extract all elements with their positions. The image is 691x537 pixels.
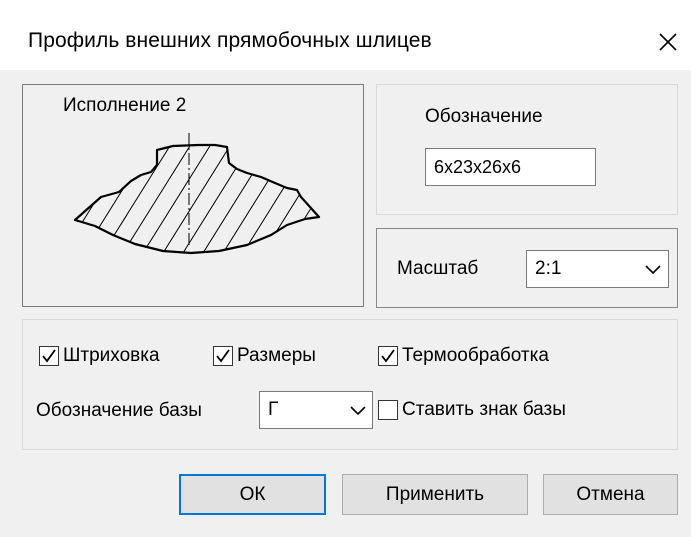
base-designation-select[interactable]: Г (259, 391, 373, 429)
base-designation-value: Г (268, 399, 279, 420)
spline-profile-drawing (73, 133, 321, 255)
dialog-title: Профиль внешних прямобочных шлицев (28, 29, 432, 52)
base-designation-label: Обозначение базы (36, 400, 202, 421)
scale-label: Масштаб (397, 258, 479, 279)
set-base-mark-label: Ставить знак базы (402, 399, 566, 420)
close-icon (659, 33, 677, 51)
profile-preview-panel: Исполнение 2 (22, 84, 364, 307)
hatching-label: Штриховка (63, 345, 160, 366)
designation-field[interactable]: 6x23x26x6 (425, 148, 596, 186)
designation-label: Обозначение (425, 106, 543, 127)
designation-panel: Обозначение 6x23x26x6 (376, 84, 678, 215)
checkmark-icon (42, 349, 56, 363)
checkmark-icon (216, 349, 230, 363)
scale-panel: Масштаб 2:1 (376, 228, 678, 308)
heat-treatment-label: Термообработка (402, 345, 549, 366)
ok-button[interactable]: ОК (179, 474, 326, 515)
chevron-down-icon (645, 265, 661, 275)
dimensions-label: Размеры (237, 345, 316, 366)
close-button[interactable] (650, 24, 686, 60)
scale-select-value: 2:1 (535, 258, 562, 279)
checkmark-icon (381, 349, 395, 363)
spline-profile-dialog: Профиль внешних прямобочных шлицев Испол… (0, 0, 691, 537)
title-bar: Профиль внешних прямобочных шлицев (0, 0, 691, 70)
chevron-down-icon (350, 406, 366, 416)
cancel-button[interactable]: Отмена (543, 474, 678, 515)
apply-button[interactable]: Применить (342, 474, 528, 515)
options-panel: Штриховка Размеры Термообработка Обознач… (22, 319, 678, 450)
scale-select[interactable]: 2:1 (526, 250, 669, 288)
